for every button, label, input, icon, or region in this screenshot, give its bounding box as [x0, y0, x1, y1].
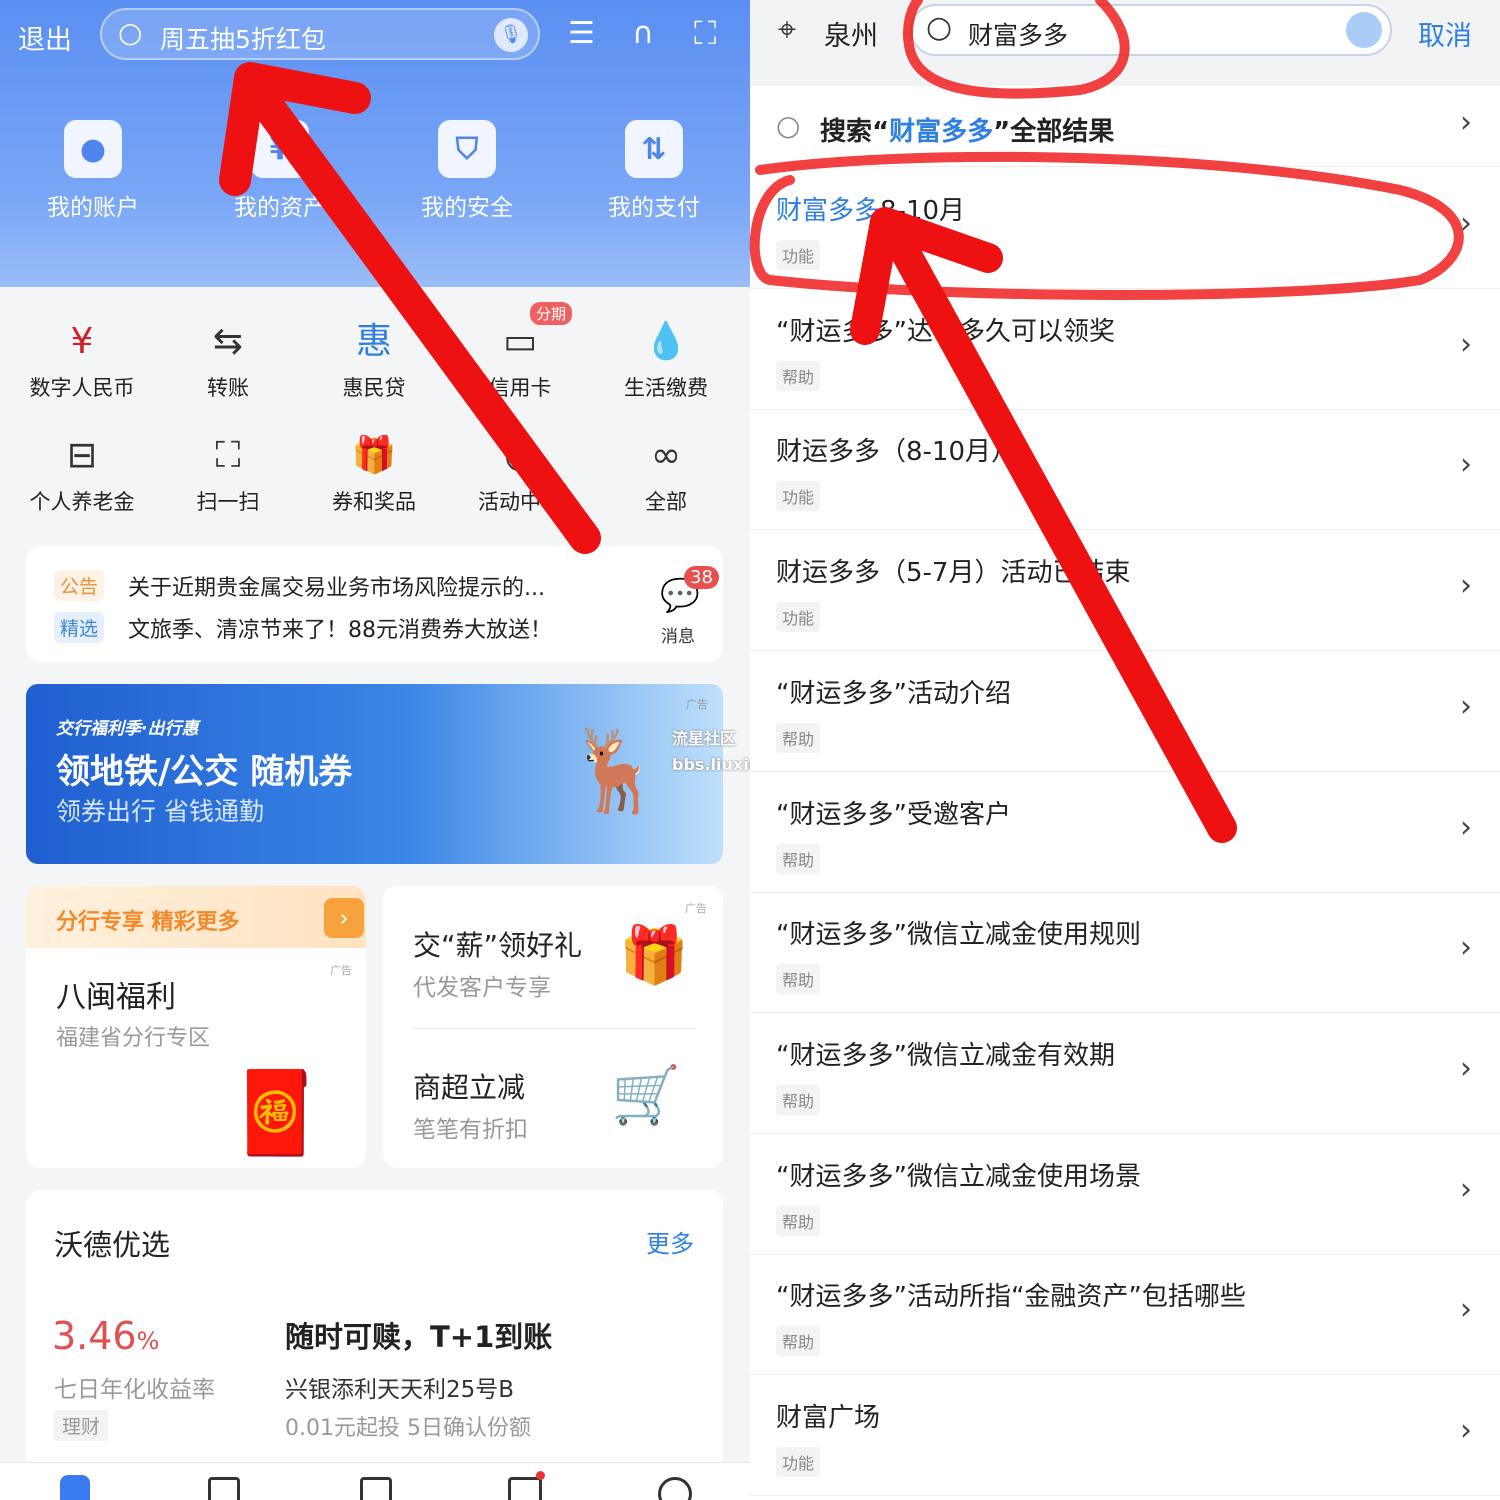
- red-scribble-circle: [749, 0, 1464, 300]
- annotation-overlay: [219, 0, 1464, 843]
- red-arrow-left: [219, 62, 601, 554]
- red-arrow-right: [850, 207, 1237, 843]
